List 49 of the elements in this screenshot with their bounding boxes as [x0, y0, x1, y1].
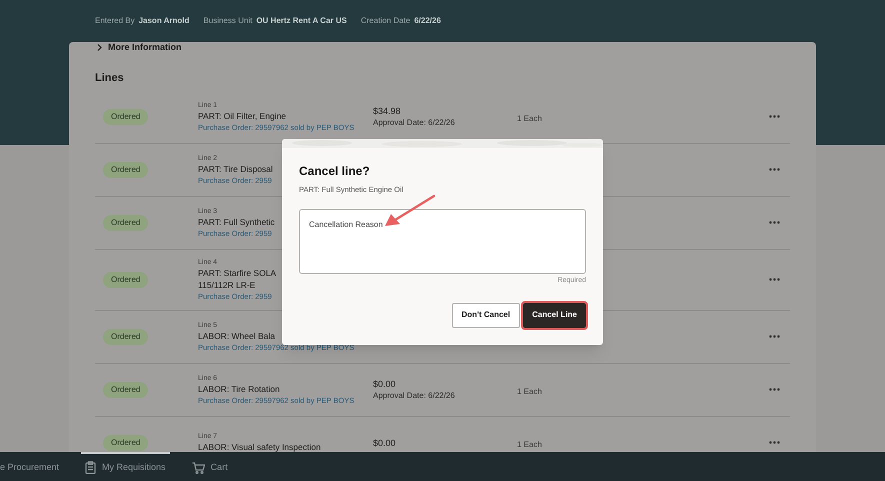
line-title: LABOR: Tire Rotation	[198, 382, 280, 394]
more-options-icon[interactable]	[769, 115, 780, 118]
annotation-arrow	[383, 194, 437, 228]
more-options-icon[interactable]	[769, 388, 780, 391]
cart-icon	[192, 462, 205, 474]
status-badge: Ordered	[103, 162, 148, 178]
chevron-icon[interactable]	[97, 44, 102, 51]
more-options-icon[interactable]	[769, 335, 780, 338]
field-value: Jason Arnold	[138, 15, 190, 27]
field-value: OU Hertz Rent A Car US	[256, 15, 347, 27]
nav-tab[interactable]: Cart	[188, 452, 232, 481]
quantity: 1 Each	[517, 114, 542, 122]
field-value: 6/22/26	[414, 15, 441, 27]
section-title: Lines	[94, 71, 125, 86]
status-badge: Ordered	[103, 382, 148, 398]
nav-tab[interactable]: e Procurement	[0, 452, 64, 481]
dont-cancel-button[interactable]: Don't Cancel	[452, 302, 520, 328]
more-options-icon[interactable]	[769, 441, 780, 444]
price: $0.00	[373, 436, 396, 448]
price: $0.00	[373, 378, 396, 390]
line-title: LABOR: Visual safety Inspection	[198, 441, 321, 452]
line-title: PART: Starfire SOLA	[198, 266, 276, 278]
more-options-icon[interactable]	[769, 278, 780, 281]
cancellation-reason-field[interactable]: Cancellation Reason	[299, 209, 586, 274]
quantity: 1 Each	[517, 440, 542, 448]
line-title: 115/112R LR-E	[198, 278, 256, 290]
approval-date: Approval Date: 6/22/26	[373, 117, 455, 128]
line-title: PART: Full Synthetic	[198, 216, 275, 228]
status-badge: Ordered	[103, 214, 148, 230]
field-label: Business Unit	[203, 15, 252, 27]
nav-tab[interactable]: My Requisitions	[81, 452, 170, 481]
quantity: 1 Each	[517, 386, 542, 396]
line-title: PART: Tire Disposal	[198, 162, 273, 174]
field-label: Creation Date	[360, 15, 410, 27]
status-badge: Ordered	[103, 272, 148, 288]
more-options-icon[interactable]	[769, 168, 780, 171]
dialog-title: Cancel line?	[299, 163, 371, 180]
price: $34.98	[373, 105, 401, 117]
line-title: LABOR: Wheel Bala	[198, 330, 276, 342]
more-options-icon[interactable]	[769, 221, 780, 224]
clipboard-icon	[85, 461, 96, 474]
status-badge: Ordered	[103, 434, 148, 450]
approval-date: Approval Date: 6/22/26	[373, 390, 455, 401]
line-title: PART: Oil Filter, Engine	[198, 110, 286, 122]
cancel-line-button[interactable]: Cancel Line	[523, 302, 586, 328]
status-badge: Ordered	[103, 328, 148, 344]
more-information-toggle[interactable]: More Information	[108, 42, 182, 53]
field-label: Entered By	[95, 15, 135, 27]
status-badge: Ordered	[103, 108, 148, 124]
